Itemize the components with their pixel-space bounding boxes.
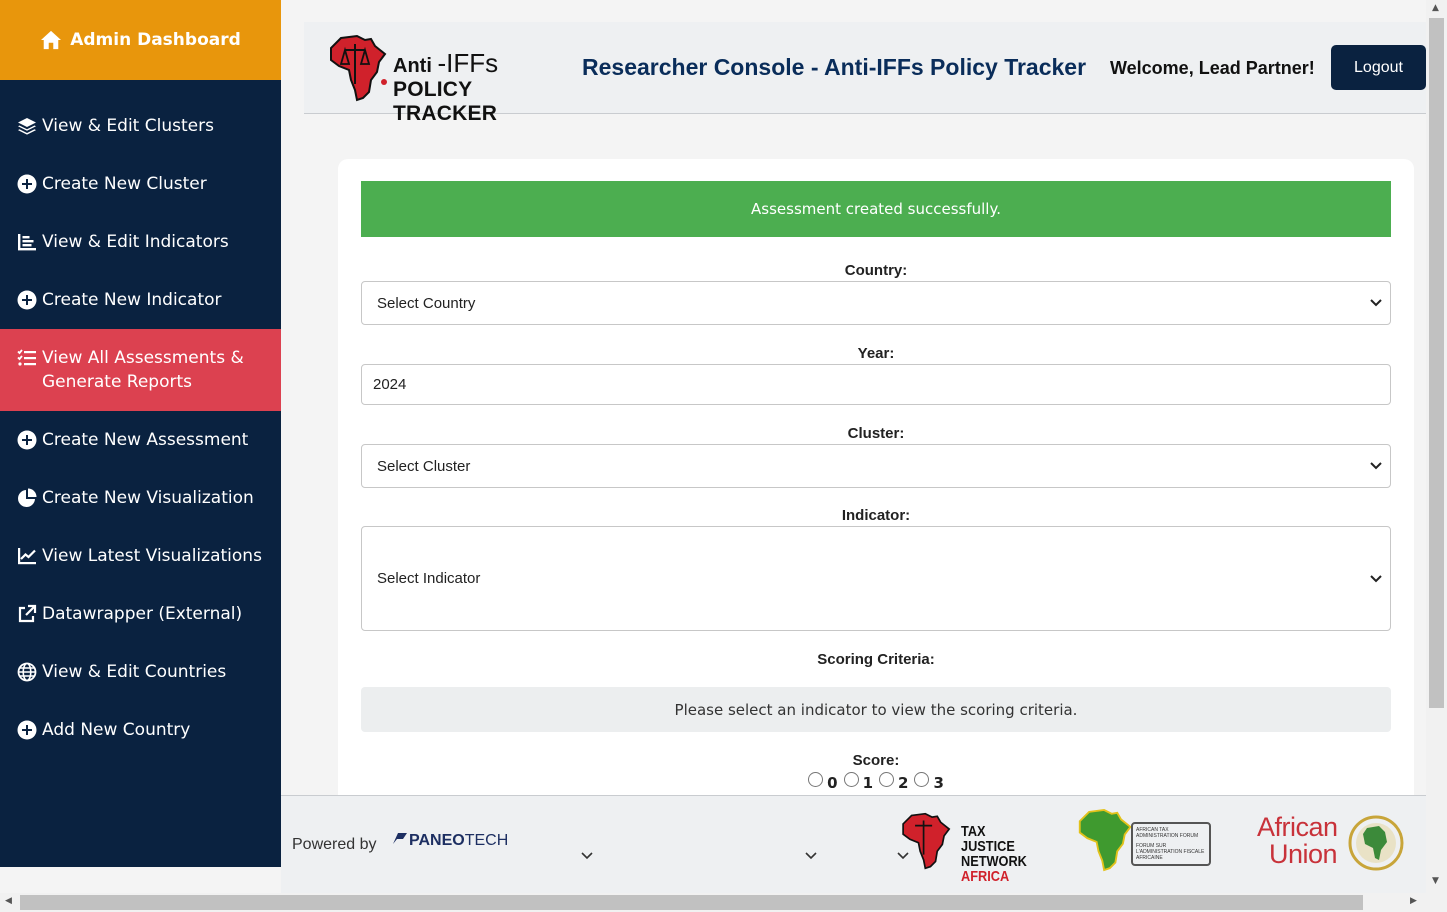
- admin-dashboard-link[interactable]: Admin Dashboard: [0, 0, 281, 80]
- radio-button[interactable]: [914, 772, 930, 787]
- sidebar-item-create-cluster[interactable]: Create New Cluster: [0, 155, 281, 213]
- country-label: Country:: [844, 262, 908, 279]
- radio-button[interactable]: [808, 772, 824, 787]
- africa-map-icon: [1078, 809, 1132, 872]
- ataf-text-box: AFRICAN TAX ADMINISTRATION FORUM FORUM S…: [1131, 822, 1211, 866]
- sidebar-item-label: Create New Cluster: [42, 174, 207, 194]
- checklist-icon: [17, 348, 37, 368]
- sidebar-item-label: Create New Indicator: [42, 290, 222, 310]
- sidebar-item-create-visualization[interactable]: Create New Visualization: [0, 469, 281, 527]
- logout-button[interactable]: Logout: [1331, 45, 1426, 90]
- sidebar-item-label: Create New Assessment: [42, 430, 249, 450]
- plus-circle-icon: [17, 174, 37, 194]
- cluster-select[interactable]: Select Cluster: [361, 444, 1391, 488]
- sidebar-item-view-edit-clusters[interactable]: View & Edit Clusters: [0, 97, 281, 155]
- indicator-select-value: Select Indicator: [377, 570, 481, 587]
- scroll-down-icon[interactable]: ▼: [1432, 876, 1439, 886]
- score-option-0[interactable]: 0: [808, 772, 838, 792]
- sidebar-item-label: Datawrapper (External): [42, 604, 243, 624]
- score-option-3[interactable]: 3: [914, 772, 944, 792]
- footer: Powered by PANEOTECH TAX JUSTICE NETWORK…: [281, 795, 1426, 893]
- year-input-value: 2024: [373, 376, 407, 393]
- sidebar-item-create-indicator[interactable]: Create New Indicator: [0, 271, 281, 329]
- score-label: Score:: [852, 752, 900, 769]
- layers-icon: [17, 116, 37, 136]
- horizontal-scrollbar[interactable]: ◀ ▶: [0, 893, 1447, 912]
- sidebar-item-label: View & Edit Countries: [42, 662, 227, 682]
- sidebar-item-label: Add New Country: [42, 720, 191, 740]
- sidebar-item-view-assessments[interactable]: View All Assessments & Generate Reports: [0, 329, 281, 411]
- plus-circle-icon: [17, 720, 37, 740]
- paneotech-logo: PANEOTECH: [391, 832, 508, 850]
- sidebar: Admin Dashboard View & Edit Clusters Cre…: [0, 0, 281, 867]
- africa-map-icon: [902, 812, 951, 870]
- score-option-2[interactable]: 2: [879, 772, 908, 792]
- africa-map-icon: [330, 34, 387, 102]
- scoring-criteria-label: Scoring Criteria:: [817, 651, 935, 668]
- scroll-right-icon[interactable]: ▶: [1410, 896, 1417, 906]
- score-option-1[interactable]: 1: [843, 772, 873, 792]
- logo-line2: POLICY TRACKER: [393, 78, 498, 125]
- home-icon: [41, 30, 62, 50]
- scroll-left-icon[interactable]: ◀: [5, 896, 12, 906]
- welcome-text: Welcome, Lead Partner!: [1110, 58, 1315, 78]
- external-link-icon: [17, 604, 37, 624]
- sidebar-menu: View & Edit Clusters Create New Cluster …: [0, 80, 281, 759]
- scoring-criteria-box: Please select an indicator to view the s…: [361, 687, 1391, 732]
- chevron-down-icon: [1370, 299, 1382, 307]
- indicator-select[interactable]: Select Indicator: [361, 526, 1391, 631]
- pie-chart-icon: [17, 488, 37, 508]
- success-alert: Assessment created successfully.: [361, 181, 1391, 237]
- globe-icon: [17, 662, 37, 682]
- admin-dashboard-label: Admin Dashboard: [70, 30, 241, 50]
- paneo-mark-icon: [393, 833, 407, 844]
- horizontal-scroll-thumb[interactable]: [20, 895, 1363, 910]
- sidebar-item-create-assessment[interactable]: Create New Assessment: [0, 411, 281, 469]
- sidebar-item-latest-visualizations[interactable]: View Latest Visualizations: [0, 527, 281, 585]
- vertical-scroll-thumb[interactable]: [1429, 18, 1444, 708]
- assessment-form-card: Assessment created successfully. Country…: [338, 159, 1414, 819]
- chevron-down-icon[interactable]: [581, 852, 593, 860]
- logo-line1: Anti -IFFs: [393, 48, 499, 78]
- page-title: Researcher Console - Anti-IFFs Policy Tr…: [582, 54, 1087, 80]
- vertical-scrollbar[interactable]: ▲ ▼: [1426, 0, 1447, 893]
- anti-iffs-logo: Anti -IFFs POLICY TRACKER: [327, 34, 567, 125]
- plus-circle-icon: [17, 430, 37, 450]
- sidebar-item-label: View All Assessments & Generate Reports: [42, 348, 244, 392]
- country-select-value: Select Country: [377, 294, 476, 312]
- line-chart-icon: [17, 546, 37, 566]
- chevron-down-icon[interactable]: [805, 852, 817, 860]
- au-text: African Union: [1257, 812, 1338, 869]
- country-select[interactable]: Select Country: [361, 281, 1391, 325]
- sidebar-item-label: View & Edit Clusters: [42, 116, 214, 136]
- au-emblem-icon: [1348, 815, 1404, 871]
- sidebar-item-add-country[interactable]: Add New Country: [0, 701, 281, 759]
- powered-by-text: Powered by: [292, 836, 377, 853]
- plus-circle-icon: [17, 290, 37, 310]
- top-header: Anti -IFFs POLICY TRACKER Researcher Con…: [304, 22, 1426, 125]
- cluster-select-value: Select Cluster: [377, 457, 471, 475]
- radio-button[interactable]: [843, 772, 859, 787]
- sidebar-item-label: Create New Visualization: [42, 488, 254, 508]
- indicator-label: Indicator:: [841, 507, 911, 524]
- sidebar-item-view-edit-indicators[interactable]: View & Edit Indicators: [0, 213, 281, 271]
- ataf-logo: AFRICAN TAX ADMINISTRATION FORUM FORUM S…: [1076, 808, 1216, 874]
- sidebar-item-label: View Latest Visualizations: [42, 546, 262, 566]
- tja-text: TAX JUSTICE NETWORK AFRICA: [961, 823, 1027, 885]
- chevron-down-icon: [1370, 462, 1382, 470]
- tax-justice-network-africa-logo: TAX JUSTICE NETWORK AFRICA: [899, 812, 1034, 884]
- chevron-down-icon: [1370, 574, 1382, 582]
- cluster-label: Cluster:: [847, 425, 905, 442]
- year-input[interactable]: 2024: [361, 364, 1391, 405]
- list-chart-icon: [17, 232, 37, 252]
- sidebar-item-view-edit-countries[interactable]: View & Edit Countries: [0, 643, 281, 701]
- scroll-up-icon[interactable]: ▲: [1432, 3, 1439, 13]
- score-radio-group: 0 1 2 3: [338, 772, 1414, 792]
- african-union-logo: African Union: [1257, 814, 1407, 874]
- year-label: Year:: [857, 345, 895, 362]
- sidebar-item-label: View & Edit Indicators: [42, 232, 229, 252]
- sidebar-item-datawrapper[interactable]: Datawrapper (External): [0, 585, 281, 643]
- radio-button[interactable]: [879, 772, 894, 787]
